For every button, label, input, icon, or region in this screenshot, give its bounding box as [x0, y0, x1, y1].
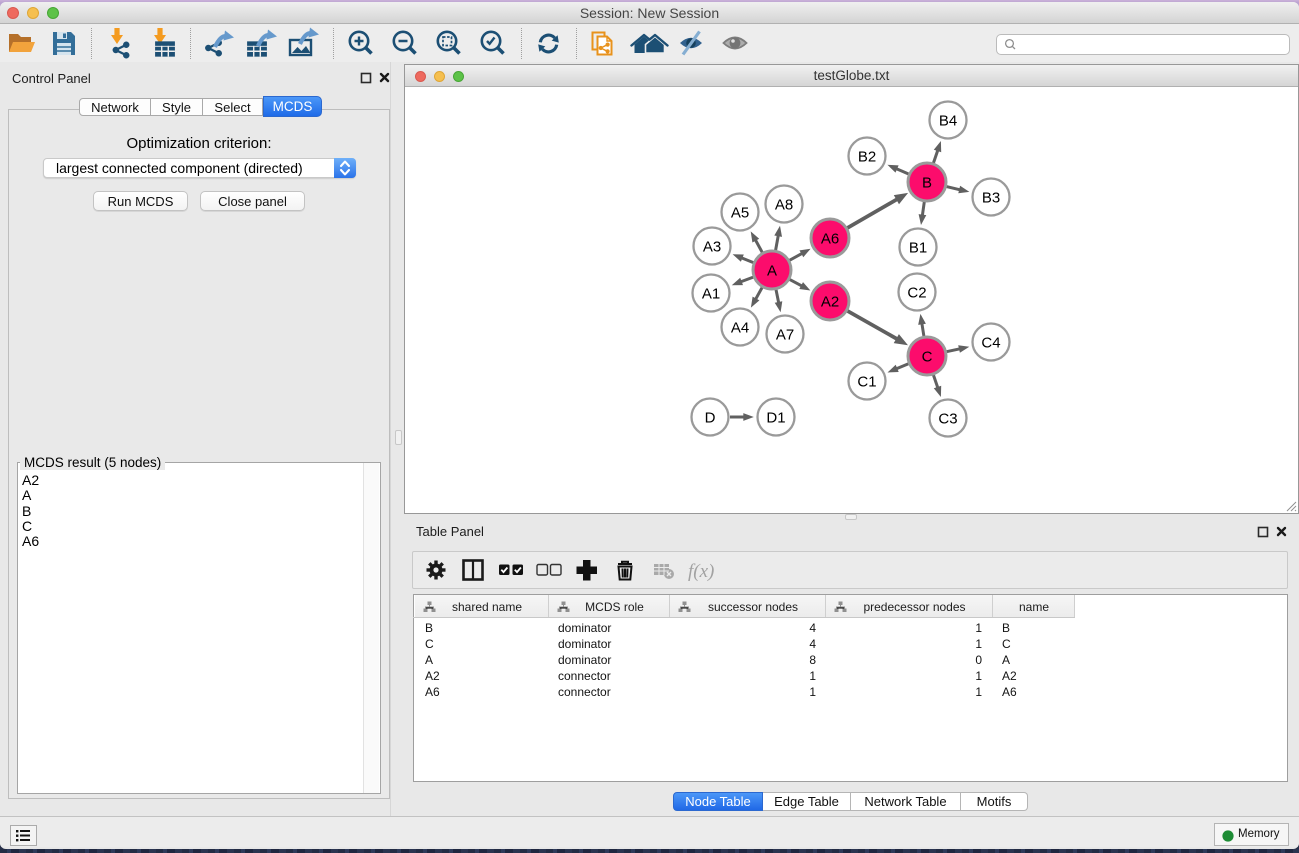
svg-text:B2: B2 — [858, 148, 876, 165]
svg-text:C: C — [922, 348, 933, 365]
svg-text:C1: C1 — [857, 373, 876, 390]
svg-text:B1: B1 — [909, 239, 927, 256]
svg-text:B4: B4 — [939, 112, 957, 129]
svg-text:A8: A8 — [775, 196, 793, 213]
svg-text:B3: B3 — [982, 189, 1000, 206]
svg-text:A5: A5 — [731, 204, 749, 221]
svg-text:D: D — [705, 409, 716, 426]
svg-text:B: B — [922, 174, 932, 191]
svg-text:A: A — [767, 262, 777, 279]
svg-text:D1: D1 — [766, 409, 785, 426]
svg-text:A2: A2 — [821, 293, 839, 310]
svg-text:A6: A6 — [821, 230, 839, 247]
svg-text:C2: C2 — [907, 284, 926, 301]
svg-text:A4: A4 — [731, 319, 749, 336]
svg-text:A1: A1 — [702, 285, 720, 302]
svg-text:A7: A7 — [776, 326, 794, 343]
svg-text:A3: A3 — [703, 238, 721, 255]
svg-text:C4: C4 — [981, 334, 1000, 351]
svg-text:f(x): f(x) — [688, 561, 714, 582]
svg-text:C3: C3 — [938, 410, 957, 427]
